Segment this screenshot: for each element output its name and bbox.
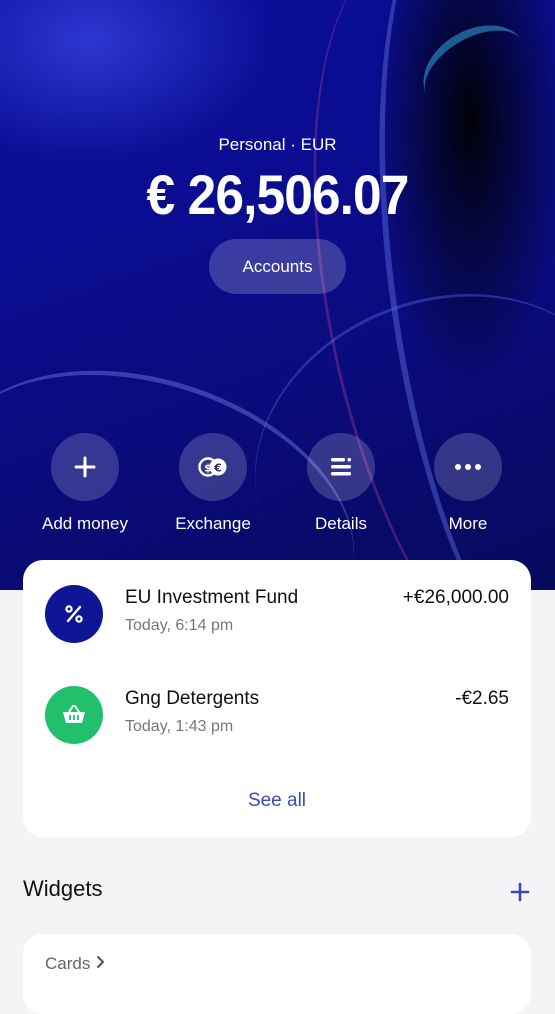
widgets-heading: Widgets: [23, 876, 103, 901]
transactions-card: EU Investment Fund Today, 6:14 pm +€26,0…: [23, 560, 531, 837]
accounts-button[interactable]: Accounts: [209, 239, 346, 294]
transaction-time: Today, 6:14 pm: [125, 617, 234, 634]
add-money-label: Add money: [42, 514, 128, 533]
chevron-right-icon: [96, 954, 106, 974]
more-icon[interactable]: [434, 433, 502, 501]
svg-text:€: €: [213, 462, 222, 475]
transaction-time: Today, 1:43 pm: [125, 718, 234, 735]
transaction-row[interactable]: Gng Detergents Today, 1:43 pm -€2.65: [23, 686, 531, 746]
transaction-row[interactable]: EU Investment Fund Today, 6:14 pm +€26,0…: [23, 585, 531, 645]
plus-icon[interactable]: [51, 433, 119, 501]
more-label: More: [448, 514, 488, 533]
basket-icon: [45, 686, 103, 744]
quick-actions: Add money $ € Exchange Details More: [0, 433, 555, 543]
exchange-action[interactable]: $ € Exchange: [148, 433, 278, 534]
details-icon[interactable]: [307, 433, 375, 501]
cards-label: Cards: [45, 954, 91, 973]
balance-amount: € 26,506.07: [146, 163, 409, 226]
percent-icon: [45, 585, 103, 643]
more-action[interactable]: More: [403, 433, 533, 534]
svg-text:$: $: [204, 462, 212, 475]
details-label: Details: [315, 514, 367, 533]
transaction-name: EU Investment Fund: [125, 587, 299, 608]
account-label: Personal · EUR: [218, 135, 337, 154]
transaction-amount: +€26,000.00: [402, 587, 509, 608]
details-action[interactable]: Details: [276, 433, 406, 534]
cards-widget[interactable]: Cards: [23, 934, 531, 1014]
exchange-icon[interactable]: $ €: [179, 433, 247, 501]
transaction-amount: -€2.65: [455, 688, 509, 709]
see-all-link[interactable]: See all: [23, 790, 531, 812]
transaction-name: Gng Detergents: [125, 688, 260, 709]
account-header: Personal · EUR € 26,506.07 Accounts Add …: [0, 0, 555, 590]
add-money-action[interactable]: Add money: [20, 433, 150, 534]
plus-icon[interactable]: [508, 880, 532, 904]
exchange-label: Exchange: [175, 514, 251, 533]
